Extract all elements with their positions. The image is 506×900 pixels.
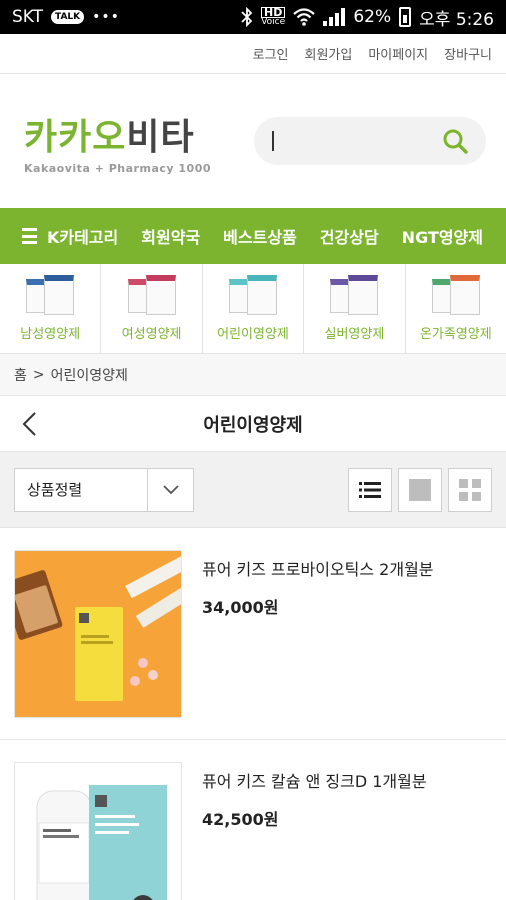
carrier-label: SKT [12, 7, 44, 27]
site-header: 카카오비타 Kakaovita + Pharmacy 1000 [0, 74, 506, 208]
category-women-image [124, 275, 180, 317]
category-men[interactable]: 남성영양제 [0, 264, 102, 353]
calcium-zinc-package-image [15, 763, 181, 900]
list-view-icon [359, 481, 381, 498]
status-bar: SKT TALK ••• HD Voice 62% 오후 5:26 [0, 0, 506, 34]
page-title: 어린이영양제 [203, 414, 303, 436]
category-family-image [428, 275, 484, 317]
text-cursor [272, 131, 274, 151]
breadcrumb-current: 어린이영양제 [50, 367, 128, 384]
list-view-button[interactable] [348, 467, 392, 512]
product-item[interactable]: 퓨어 키즈 프로바이오틱스 2개월분 34,000원 [0, 528, 506, 740]
category-women-label: 여성영양제 [121, 327, 182, 342]
search-icon[interactable] [442, 128, 468, 154]
voice-label: Voice [261, 17, 286, 27]
single-view-icon [409, 478, 431, 501]
breadcrumb-home[interactable]: 홈 [14, 365, 27, 385]
hamburger-menu-icon[interactable] [22, 228, 37, 244]
category-women[interactable]: 여성영양제 [101, 264, 203, 353]
cart-link[interactable]: 장바구니 [444, 44, 492, 63]
signup-link[interactable]: 회원가입 [305, 44, 353, 63]
category-kids[interactable]: 어린이영양제 [203, 264, 305, 353]
chevron-down-icon[interactable] [147, 468, 193, 511]
product-item[interactable]: 퓨어 키즈 칼슘 앤 징크D 1개월분 42,500원 [0, 740, 506, 900]
battery-percent: 62% [353, 7, 392, 27]
signal-strength-icon [323, 8, 346, 26]
category-senior-image [326, 275, 382, 317]
grid-view-icon [459, 478, 481, 501]
sort-select[interactable]: 상품정렬 [14, 467, 194, 512]
wifi-icon [293, 8, 316, 26]
product-price: 42,500원 [202, 810, 279, 829]
logo-wordmark: 카카오비타 [24, 108, 211, 160]
category-senior-label: 실버영양제 [324, 327, 385, 342]
view-mode-toggle [348, 467, 492, 512]
category-senior[interactable]: 실버영양제 [304, 264, 406, 353]
product-name[interactable]: 퓨어 키즈 칼슘 앤 징크D 1개월분 [202, 768, 427, 792]
category-men-image [22, 275, 78, 317]
main-nav: K카테고리 회원약국 베스트상품 건강상담 NGT영양제 [0, 208, 506, 264]
category-kids-label: 어린이영양제 [217, 327, 289, 342]
search-box[interactable] [254, 117, 486, 165]
clock: 오후 5:26 [419, 9, 494, 30]
bluetooth-icon [241, 7, 253, 27]
sort-bar: 상품정렬 [0, 452, 506, 528]
product-name[interactable]: 퓨어 키즈 프로바이오틱스 2개월분 [202, 556, 434, 580]
more-notifications-icon: ••• [92, 9, 120, 25]
login-link[interactable]: 로그인 [253, 44, 289, 63]
back-arrow-icon[interactable] [18, 410, 44, 438]
battery-icon [399, 7, 412, 27]
logo[interactable]: 카카오비타 Kakaovita + Pharmacy 1000 [24, 108, 211, 175]
product-image[interactable] [14, 762, 182, 900]
breadcrumb: 홈 > 어린이영양제 [0, 354, 506, 396]
grid-view-button[interactable] [448, 467, 492, 512]
hd-voice-icon: HD Voice [261, 7, 286, 27]
sort-select-label: 상품정렬 [27, 481, 83, 499]
kakaotalk-notification-icon: TALK [51, 10, 85, 24]
logo-part-1: 카카오 [24, 116, 127, 158]
probiotics-package-image [15, 551, 181, 717]
single-view-button[interactable] [398, 467, 442, 512]
nav-item-health-consult[interactable]: 건강상담 [320, 224, 379, 248]
category-strip: 남성영양제 여성영양제 어린이영양제 실버영양제 온가족영양제 [0, 264, 506, 354]
category-kids-image [225, 275, 281, 317]
breadcrumb-separator: > [32, 366, 45, 383]
nav-item-ngt-supplements[interactable]: NGT영양제 [402, 224, 483, 248]
nav-item-best-products[interactable]: 베스트상품 [223, 224, 297, 248]
category-family-label: 온가족영양제 [419, 327, 492, 342]
category-family[interactable]: 온가족영양제 [406, 264, 506, 353]
logo-subtitle: Kakaovita + Pharmacy 1000 [24, 161, 212, 175]
mypage-link[interactable]: 마이페이지 [368, 44, 428, 63]
logo-part-2: 비타 [126, 116, 195, 158]
page-title-bar: 어린이영양제 [0, 396, 506, 452]
account-links: 로그인 회원가입 마이페이지 장바구니 [0, 34, 506, 74]
category-men-label: 남성영양제 [20, 327, 81, 342]
product-price: 34,000원 [202, 598, 279, 617]
nav-item-k-category[interactable]: K카테고리 [47, 224, 118, 248]
nav-item-member-pharmacy[interactable]: 회원약국 [141, 224, 200, 248]
product-image[interactable] [14, 550, 182, 718]
